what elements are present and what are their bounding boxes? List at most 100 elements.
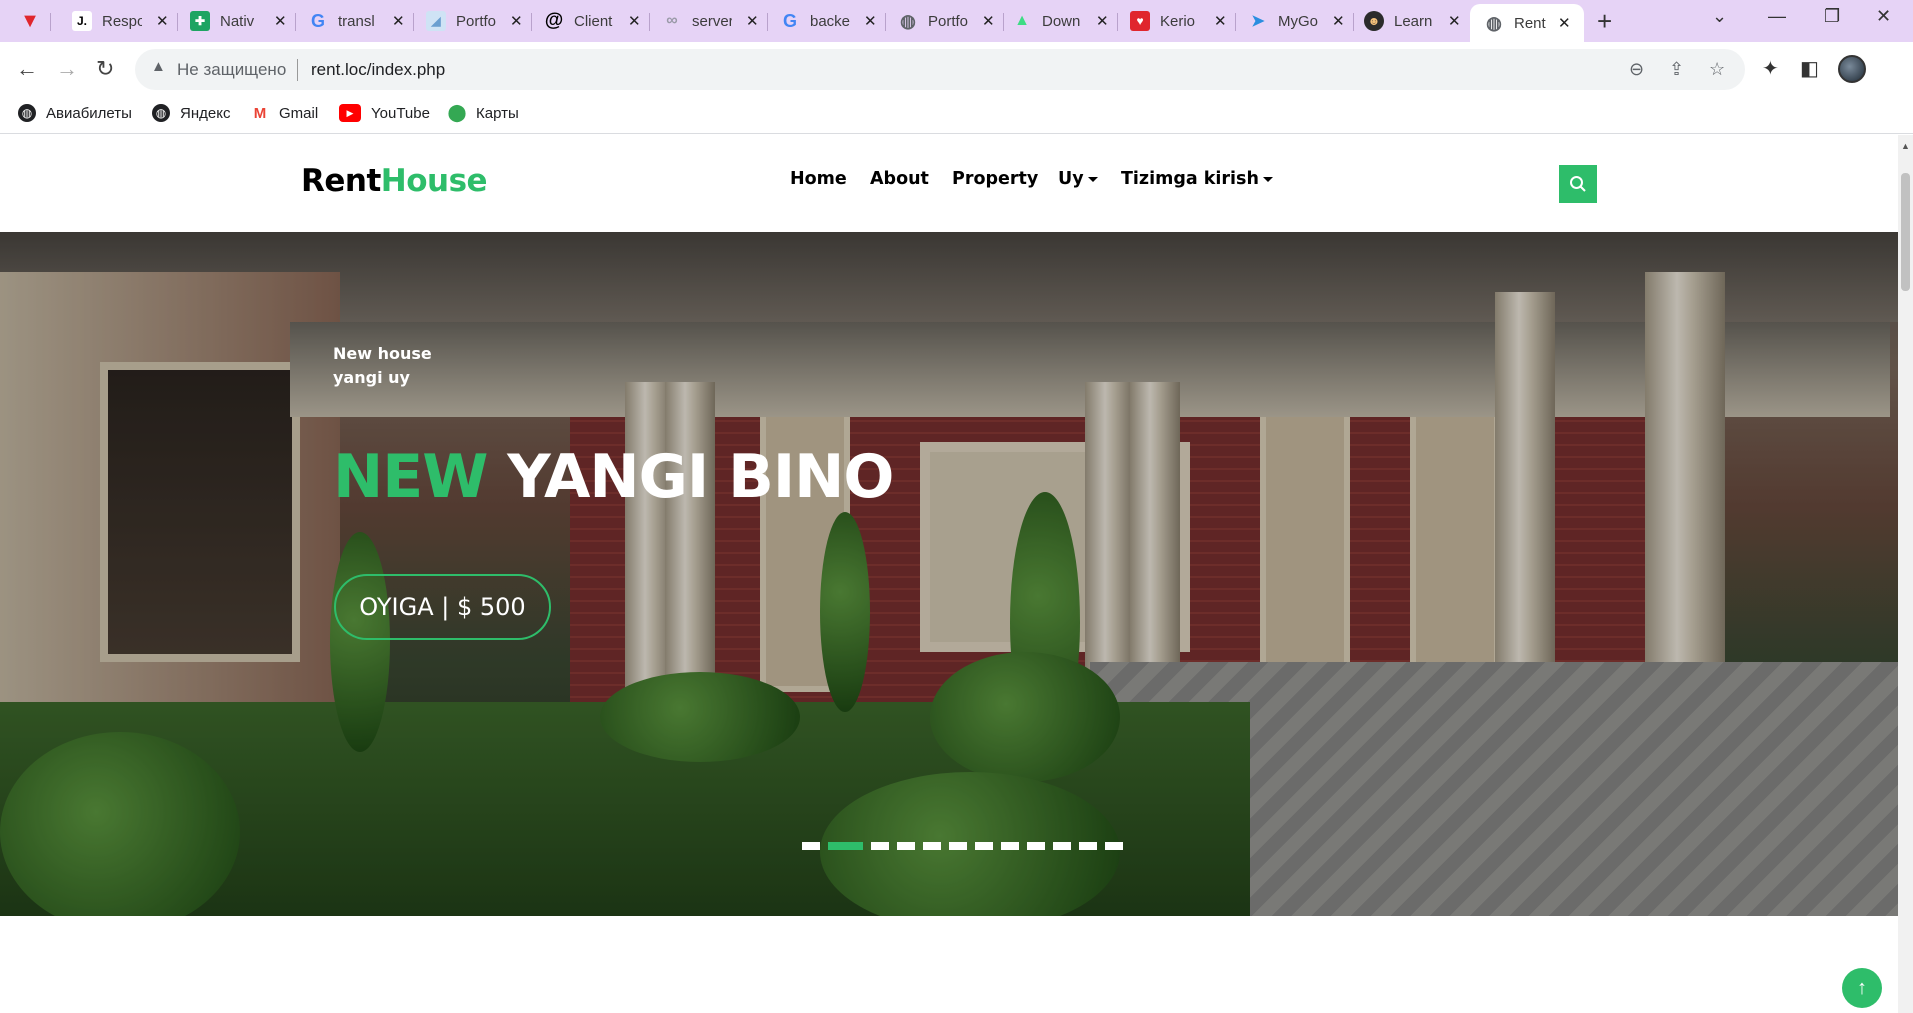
price-button[interactable]: OYIGA | $ 500 — [334, 574, 551, 640]
slider-dot[interactable] — [871, 842, 889, 850]
image-icon: ◢ — [426, 11, 446, 31]
nav-property[interactable]: Property — [952, 169, 1038, 189]
extensions-icon[interactable]: ✦ — [1762, 56, 1779, 81]
new-tab-button[interactable]: + — [1597, 6, 1612, 37]
search-icon — [1570, 176, 1586, 192]
slider-dot[interactable] — [949, 842, 967, 850]
slider-dot[interactable] — [1053, 842, 1071, 850]
bookmark-item[interactable]: M Gmail — [251, 104, 318, 122]
shield-icon: ♥ — [1130, 11, 1150, 31]
globe-icon: ◍ — [152, 104, 170, 122]
tab-9[interactable]: ▲ Down ✕ — [1012, 6, 1109, 36]
slider-dot[interactable] — [828, 842, 863, 850]
vivaldi-icon: ▼ — [20, 9, 40, 32]
close-icon[interactable]: ✕ — [1214, 12, 1227, 30]
slider-dot[interactable] — [897, 842, 915, 850]
security-label[interactable]: Не защищено — [177, 60, 286, 80]
tab-10[interactable]: ♥ Kerio ✕ — [1130, 6, 1227, 36]
tab-search-icon[interactable]: ⌄ — [1712, 6, 1727, 27]
close-icon[interactable]: ✕ — [864, 12, 877, 30]
tab-separator — [885, 13, 886, 31]
tab-title: MyGo — [1278, 12, 1318, 30]
restore-icon[interactable]: ❐ — [1824, 6, 1840, 27]
close-icon[interactable]: ✕ — [156, 12, 169, 30]
nav-home[interactable]: Home — [790, 169, 847, 189]
zoom-icon[interactable]: ⊖ — [1629, 59, 1644, 80]
tab-11[interactable]: ➤ MyGo ✕ — [1248, 6, 1345, 36]
site-logo[interactable]: RentHouse — [301, 163, 488, 199]
scroll-up-arrow-icon[interactable]: ▲ — [1901, 141, 1910, 151]
close-icon[interactable]: ✕ — [392, 12, 405, 30]
caret-down-icon — [1262, 176, 1273, 182]
tab-8[interactable]: ◍ Portfo ✕ — [898, 6, 995, 36]
tab-title: Portfo — [456, 12, 496, 30]
tab-separator — [177, 13, 178, 31]
side-panel-icon[interactable]: ◧ — [1800, 56, 1819, 81]
tab-1[interactable]: J. Respo ✕ — [72, 6, 169, 36]
tab-2[interactable]: ✚ Nativ ✕ — [190, 6, 287, 36]
slider-dot[interactable] — [802, 842, 820, 850]
tab-4[interactable]: ◢ Portfo ✕ — [426, 6, 523, 36]
nav-uy-dropdown[interactable]: Uy — [1058, 169, 1098, 189]
tab-separator — [649, 13, 650, 31]
back-icon[interactable]: ← — [16, 56, 38, 82]
tab-title: Kerio — [1160, 12, 1196, 30]
warning-icon[interactable]: ▲ — [151, 58, 166, 75]
scrollbar-thumb[interactable] — [1901, 173, 1910, 291]
search-button[interactable] — [1559, 165, 1597, 203]
slider-dot[interactable] — [1027, 842, 1045, 850]
bookmark-item[interactable]: ◍ Яндекс — [152, 104, 230, 122]
bookmark-item[interactable]: ⬤ Карты — [447, 103, 519, 122]
bookmark-label: Авиабилеты — [46, 104, 132, 122]
slider-dot[interactable] — [1001, 842, 1019, 850]
close-icon[interactable]: ✕ — [982, 12, 995, 30]
bookmark-star-icon[interactable]: ☆ — [1709, 59, 1725, 80]
minimize-icon[interactable]: — — [1768, 6, 1786, 27]
bookmark-label: Карты — [476, 104, 519, 122]
divider — [297, 59, 298, 81]
slider-dot[interactable] — [1079, 842, 1097, 850]
bookmark-item[interactable]: ▶ YouTube — [339, 104, 430, 122]
bookmark-label: Яндекс — [180, 104, 231, 122]
close-icon[interactable]: ✕ — [628, 12, 641, 30]
tab-title: Nativ — [220, 12, 255, 30]
tab-5[interactable]: @ Client ✕ — [544, 6, 641, 36]
nav-login-dropdown[interactable]: Tizimga kirish — [1121, 169, 1273, 189]
close-icon[interactable]: ✕ — [274, 12, 287, 30]
close-window-icon[interactable]: ✕ — [1876, 6, 1891, 27]
slider-indicators — [802, 842, 1123, 850]
slider-dot[interactable] — [975, 842, 993, 850]
profile-avatar[interactable] — [1838, 55, 1866, 83]
close-icon[interactable]: ✕ — [1332, 12, 1345, 30]
address-bar[interactable]: ▲ Не защищено rent.loc/index.php ⊖ ⇪ ☆ — [135, 49, 1745, 90]
close-icon[interactable]: ✕ — [1096, 12, 1109, 30]
tab-3[interactable]: G transl ✕ — [308, 6, 405, 36]
globe-icon: ◍ — [900, 10, 916, 31]
page-scrollbar[interactable]: ▲ — [1898, 135, 1913, 1013]
close-icon[interactable]: ✕ — [1448, 12, 1461, 30]
url-text[interactable]: rent.loc/index.php — [311, 60, 445, 80]
tab-12[interactable]: ☻ Learn ✕ — [1364, 6, 1461, 36]
back-to-top-button[interactable]: ↑ — [1842, 968, 1882, 1008]
tab-title: transl — [338, 12, 375, 30]
tab-separator — [50, 13, 51, 31]
slider-dot[interactable] — [923, 842, 941, 850]
caret-down-icon — [1087, 176, 1098, 182]
tab-6[interactable]: ∞ server ✕ — [662, 6, 759, 36]
tab-vivaldi[interactable]: ▼ — [20, 6, 40, 36]
bookmark-item[interactable]: ◍ Авиабилеты — [18, 104, 132, 122]
tab-active-rent[interactable]: ◍ Rent ✕ — [1470, 4, 1584, 42]
close-icon[interactable]: ✕ — [746, 12, 759, 30]
forward-icon[interactable]: → — [56, 56, 78, 82]
close-icon[interactable]: ✕ — [1558, 14, 1571, 32]
tab-7[interactable]: G backe ✕ — [780, 6, 877, 36]
close-icon[interactable]: ✕ — [510, 12, 523, 30]
google-icon: G — [782, 10, 797, 31]
hero-subtitle-1: New house — [333, 344, 432, 363]
globe-icon: ◍ — [18, 104, 36, 122]
reload-icon[interactable]: ↻ — [96, 56, 114, 82]
slider-dot[interactable] — [1105, 842, 1123, 850]
nav-about[interactable]: About — [870, 169, 929, 189]
hero-title-rest: YANGI BINO — [487, 442, 894, 512]
share-icon[interactable]: ⇪ — [1669, 59, 1684, 80]
